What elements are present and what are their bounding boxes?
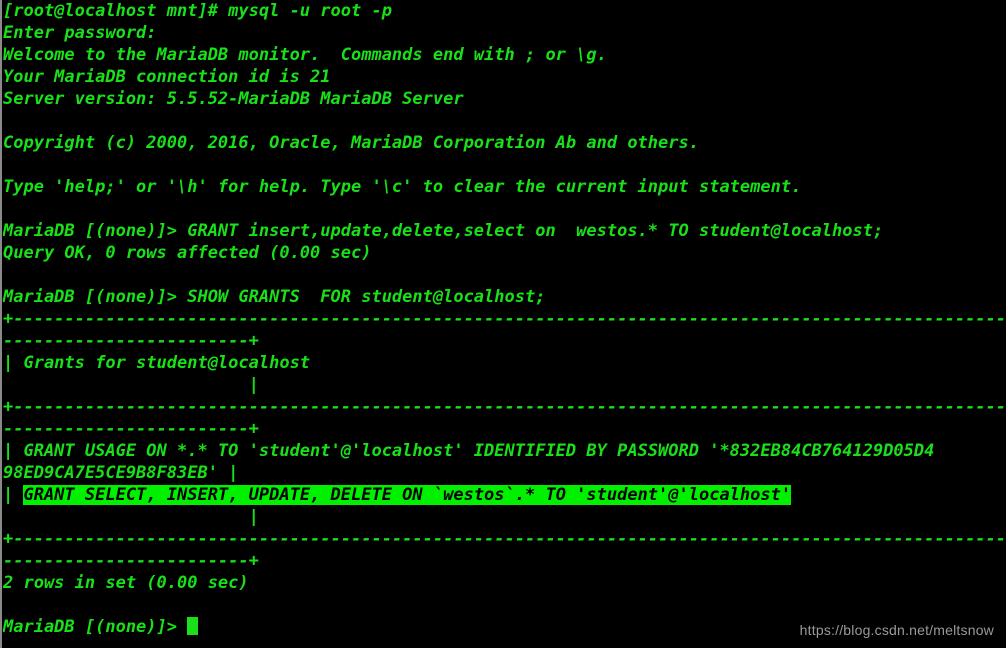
terminal-line-text: | GRANT USAGE ON *.* TO 'student'@'local… — [3, 441, 935, 461]
terminal-line-text: +---------------------------------------… — [3, 397, 1006, 417]
terminal-line-text: | — [3, 507, 259, 527]
terminal-line-password-prompt: Enter password: — [0, 22, 1006, 44]
terminal-line-blank-3 — [0, 198, 1006, 220]
terminal-line-blank-5 — [0, 594, 1006, 616]
terminal-line-text: 98ED9CA7E5CE9B8F83EB' | — [3, 463, 239, 483]
terminal-line-connection-id: Your MariaDB connection id is 21 — [0, 66, 1006, 88]
watermark-url: https://blog.csdn.net/meltsnow — [799, 622, 994, 638]
scrollbar-thumb[interactable] — [0, 0, 2, 648]
terminal-line-show-grants-command: MariaDB [(none)]> SHOW GRANTS FOR studen… — [0, 286, 1006, 308]
terminal-window[interactable]: [root@localhost mnt]# mysql -u root -p En… — [0, 0, 1006, 648]
terminal-line-text: Server version: 5.5.52-MariaDB MariaDB S… — [3, 89, 464, 109]
terminal-line-welcome-banner: Welcome to the MariaDB monitor. Commands… — [0, 44, 1006, 66]
terminal-line-table-top-border-a: +---------------------------------------… — [0, 308, 1006, 330]
terminal-line-row-count: 2 rows in set (0.00 sec) — [0, 572, 1006, 594]
terminal-line-text: Enter password: — [3, 23, 157, 43]
terminal-line-prefix: | — [3, 485, 24, 505]
terminal-line-text: +---------------------------------------… — [3, 529, 1006, 549]
terminal-line-text: | Grants for student@localhost — [3, 353, 311, 373]
terminal-line-shell-command: [root@localhost mnt]# mysql -u root -p — [0, 0, 1006, 22]
terminal-line-text: Your MariaDB connection id is 21 — [3, 67, 331, 87]
highlighted-grant-text: GRANT SELECT, INSERT, UPDATE, DELETE ON … — [23, 485, 792, 505]
terminal-line-table-bot-border-b: ------------------------+ — [0, 550, 1006, 572]
terminal-line-text: +---------------------------------------… — [3, 309, 1006, 329]
terminal-line-text: ------------------------+ — [3, 419, 259, 439]
terminal-line-text: | — [3, 375, 259, 395]
terminal-line-grant-command: MariaDB [(none)]> GRANT insert,update,de… — [0, 220, 1006, 242]
terminal-line-help-hint: Type 'help;' or '\h' for help. Type '\c'… — [0, 176, 1006, 198]
terminal-line-grant-row-1a: | GRANT USAGE ON *.* TO 'student'@'local… — [0, 440, 1006, 462]
terminal-scrollbar[interactable] — [0, 0, 3, 648]
terminal-line-table-bot-border-a: +---------------------------------------… — [0, 528, 1006, 550]
terminal-line-text: MariaDB [(none)]> GRANT insert,update,de… — [3, 221, 884, 241]
terminal-line-copyright-notice: Copyright (c) 2000, 2016, Oracle, MariaD… — [0, 132, 1006, 154]
terminal-line-text: ------------------------+ — [3, 551, 259, 571]
terminal-line-table-mid-border-a: +---------------------------------------… — [0, 396, 1006, 418]
terminal-line-text: ------------------------+ — [3, 331, 259, 351]
terminal-line-text: Type 'help;' or '\h' for help. Type '\c'… — [3, 177, 802, 197]
text-cursor — [187, 617, 199, 635]
terminal-line-grant-row-2-cont: | — [0, 506, 1006, 528]
terminal-prompt-text: MariaDB [(none)]> — [3, 617, 188, 637]
terminal-line-table-top-border-b: ------------------------+ — [0, 330, 1006, 352]
terminal-line-blank-1 — [0, 110, 1006, 132]
terminal-line-text: Copyright (c) 2000, 2016, Oracle, MariaD… — [3, 133, 699, 153]
terminal-line-grant-result: Query OK, 0 rows affected (0.00 sec) — [0, 242, 1006, 264]
terminal-line-server-version: Server version: 5.5.52-MariaDB MariaDB S… — [0, 88, 1006, 110]
terminal-line-text: MariaDB [(none)]> SHOW GRANTS FOR studen… — [3, 287, 546, 307]
terminal-line-text: Query OK, 0 rows affected (0.00 sec) — [3, 243, 372, 263]
terminal-line-text: [root@localhost mnt]# mysql -u root -p — [3, 1, 392, 21]
terminal-line-table-mid-border-b: ------------------------+ — [0, 418, 1006, 440]
terminal-line-blank-4 — [0, 264, 1006, 286]
terminal-line-blank-2 — [0, 154, 1006, 176]
terminal-line-table-header: | Grants for student@localhost — [0, 352, 1006, 374]
terminal-line-grant-row-2: | GRANT SELECT, INSERT, UPDATE, DELETE O… — [0, 484, 1006, 506]
terminal-screen[interactable]: [root@localhost mnt]# mysql -u root -p En… — [0, 0, 1006, 648]
terminal-line-table-header-cont: | — [0, 374, 1006, 396]
terminal-line-grant-row-1b: 98ED9CA7E5CE9B8F83EB' | — [0, 462, 1006, 484]
terminal-line-text: 2 rows in set (0.00 sec) — [3, 573, 249, 593]
terminal-line-text: Welcome to the MariaDB monitor. Commands… — [3, 45, 607, 65]
